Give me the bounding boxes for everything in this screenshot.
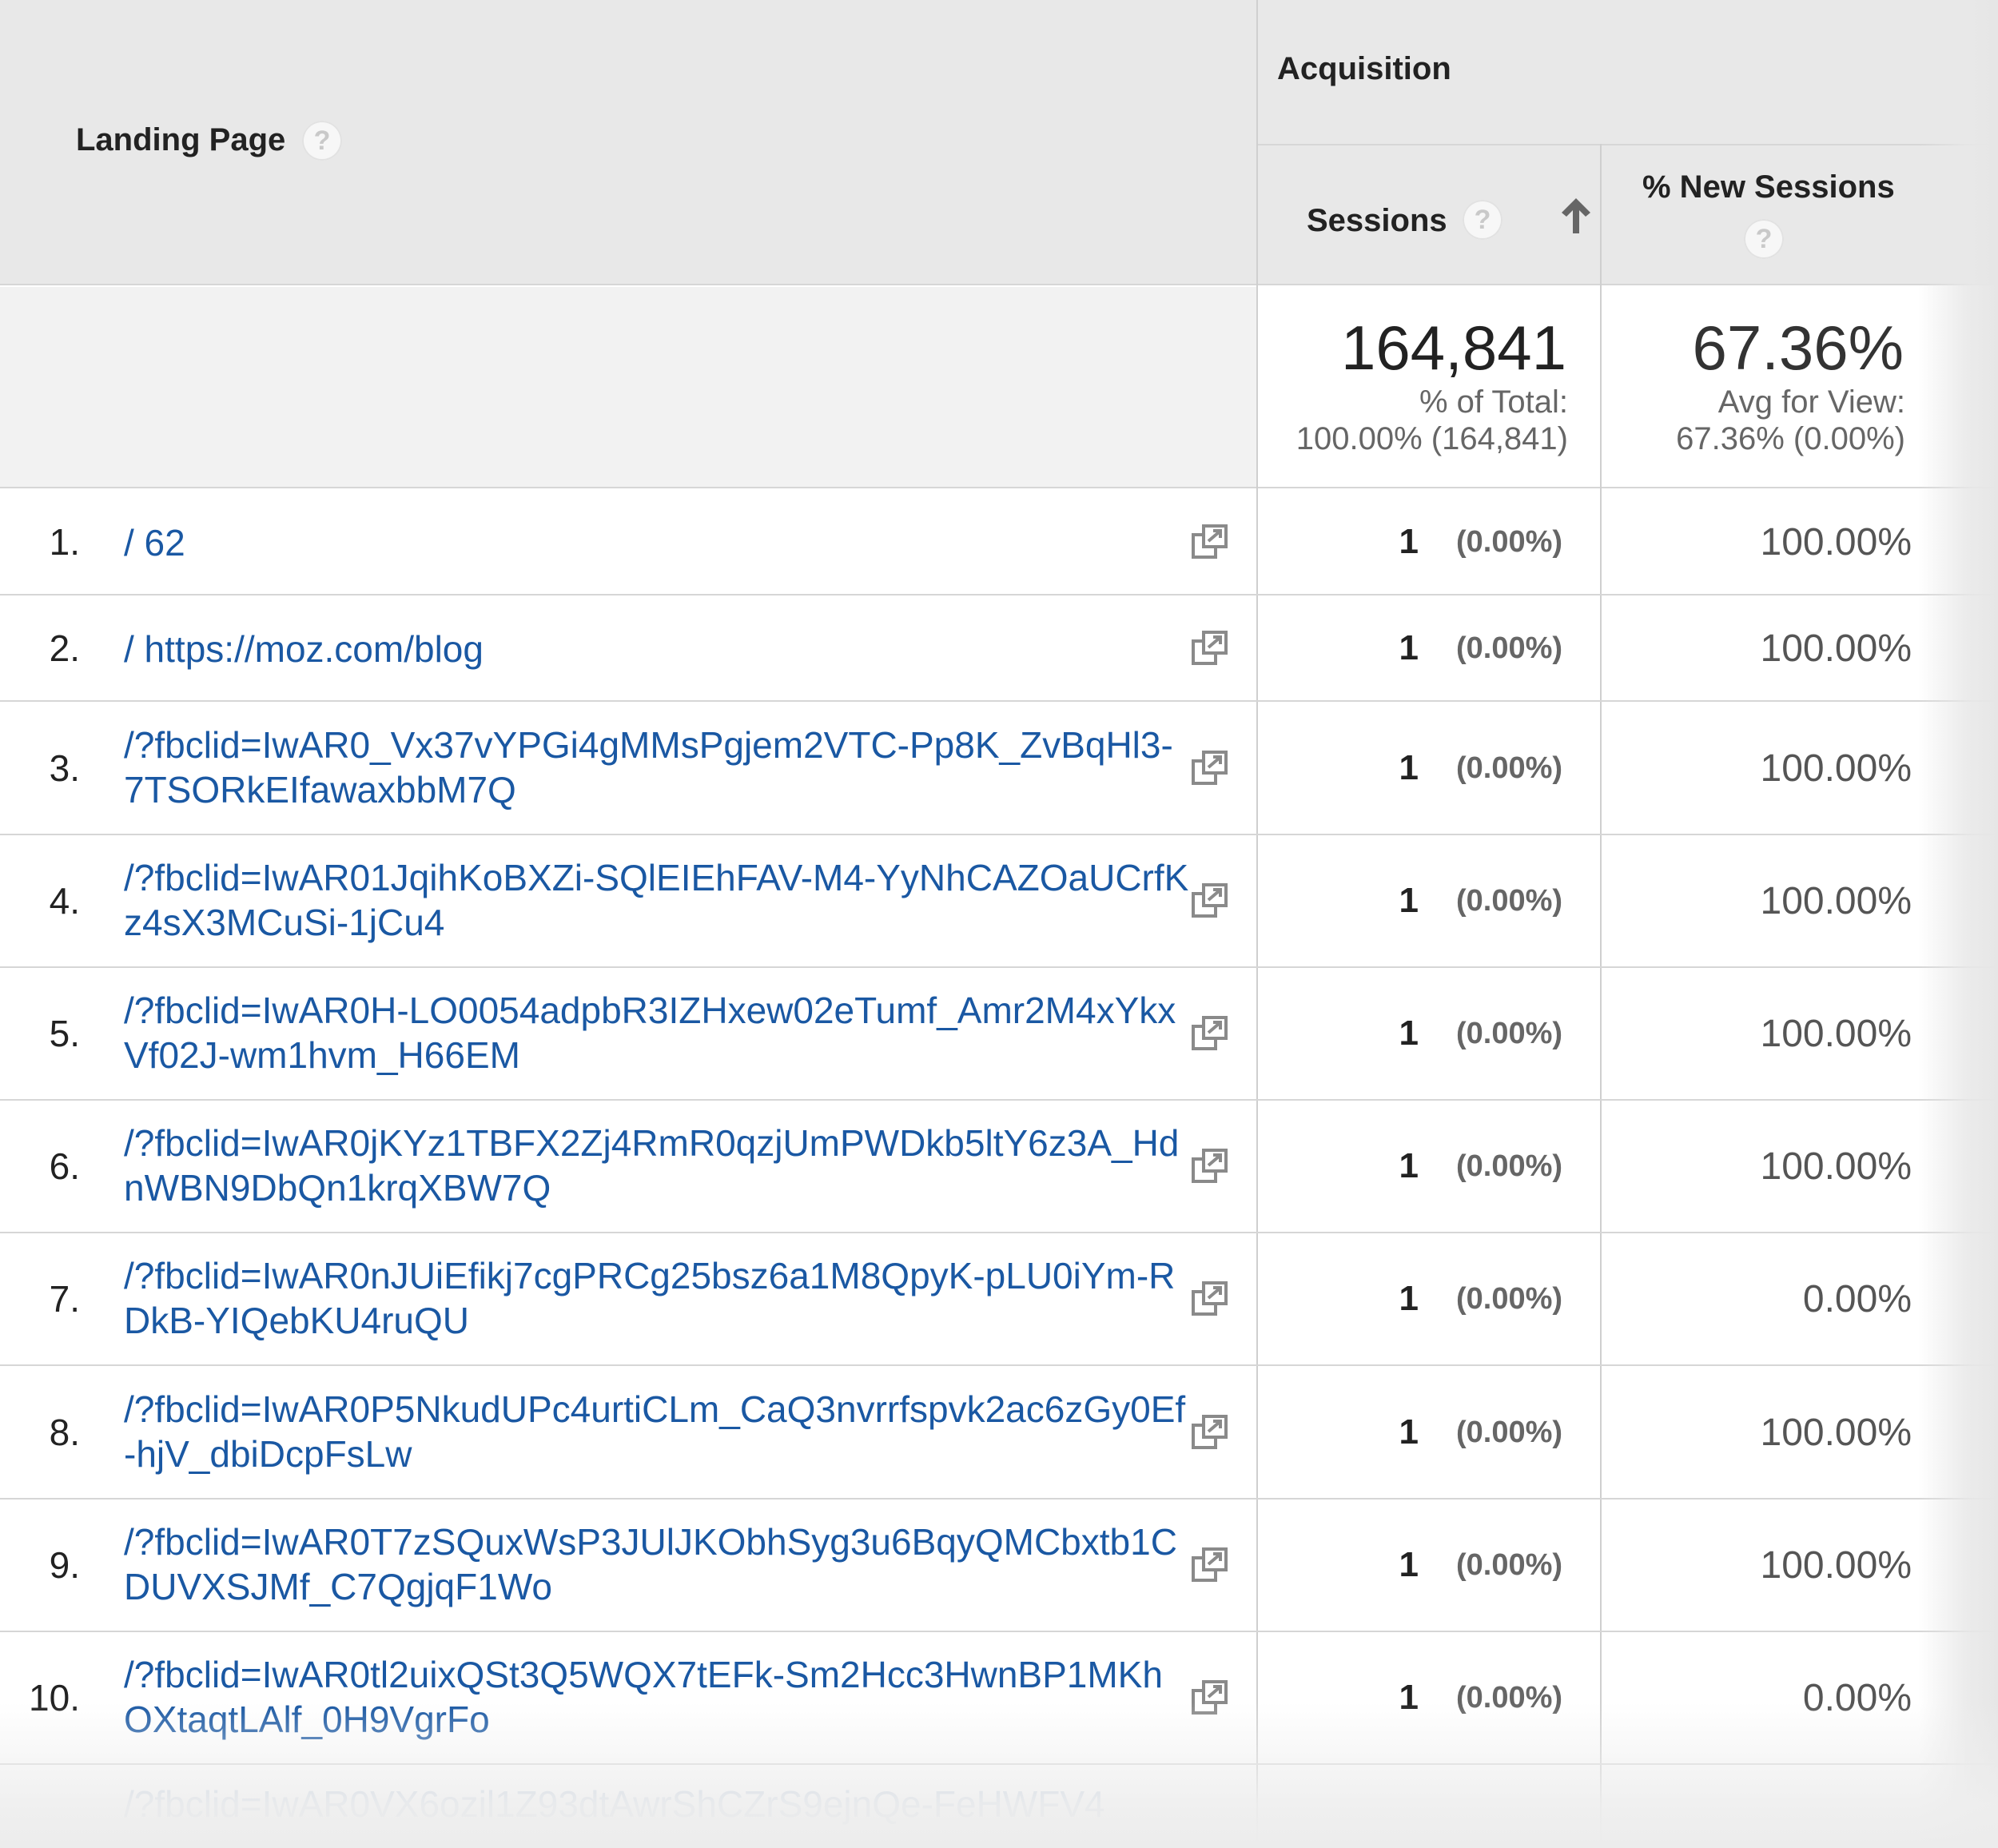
sessions-value: 1 [1399, 1412, 1419, 1452]
popout-window-icon[interactable] [1191, 630, 1229, 668]
sessions-value: 1 [1399, 747, 1419, 787]
new-sessions-avg-label: Avg for View: [1717, 384, 1905, 420]
landing-page-link[interactable]: /?fbclid=IwAR0jKYz1TBFX2Zj4RmR0qzjUmPWDk… [124, 1121, 1191, 1210]
landing-page-link[interactable]: /?fbclid=IwAR0T7zSQuxWsP3JUlJKObhSyg3u6B… [124, 1519, 1191, 1609]
table-row: 2. / https://moz.com/blog 1 (0.00%) 100.00% [0, 595, 1998, 702]
table-row: 1. / 62 1 (0.00%) 100.00% [0, 489, 1998, 595]
new-sessions-value: 100.00% [1760, 1013, 1912, 1055]
sessions-value: 1 [1399, 881, 1419, 920]
arrow-up-icon[interactable] [1558, 195, 1594, 237]
sessions-percent: (0.00%) [1456, 1017, 1563, 1050]
sessions-percent: (0.00%) [1456, 751, 1563, 785]
header-right-bg [1258, 0, 1998, 285]
row-number: 8. [49, 1411, 80, 1453]
sessions-header[interactable]: Sessions [1307, 203, 1447, 239]
row-number: 7. [49, 1278, 80, 1320]
row-number: 2. [49, 627, 80, 669]
row-number: 3. [49, 747, 80, 789]
landing-page-link[interactable]: /?fbclid=IwAR0_Vx37vYPGi4gMMsPgjem2VTC-P… [124, 723, 1191, 812]
table-row: 5. /?fbclid=IwAR0H-LO0054adpbR3IZHxew02eT… [0, 968, 1998, 1101]
table-row: 7. /?fbclid=IwAR0nJUiEfikj7cgPRCg25bsz6a1… [0, 1233, 1998, 1366]
landing-page-help-icon[interactable]: ? [302, 121, 342, 161]
sessions-percent: (0.00%) [1456, 884, 1563, 918]
sessions-value: 1 [1399, 1014, 1419, 1053]
new-sessions-value: 0.00% [1802, 1278, 1912, 1320]
summary-left-bg [0, 287, 1256, 488]
sessions-value: 1 [1399, 521, 1419, 561]
popout-window-icon[interactable] [1191, 882, 1229, 921]
new-sessions-value: 100.00% [1760, 1544, 1912, 1587]
table-row: 8. /?fbclid=IwAR0P5NkudUPc4urtiCLm_CaQ3nv… [0, 1366, 1998, 1500]
new-sessions-value: 100.00% [1760, 747, 1912, 790]
sessions-percent: (0.00%) [1456, 1149, 1563, 1183]
new-sessions-header[interactable]: % New Sessions [1642, 169, 1895, 205]
new-sessions-value: 100.00% [1760, 520, 1912, 564]
popout-window-icon[interactable] [1191, 1679, 1229, 1718]
sessions-percent: (0.00%) [1456, 1282, 1563, 1316]
row-number: 10. [29, 1677, 80, 1719]
popout-window-icon[interactable] [1191, 1547, 1229, 1585]
sessions-total-detail: 100.00% (164,841) [1296, 421, 1568, 456]
table-row: 3. /?fbclid=IwAR0_Vx37vYPGi4gMMsPgjem2VTC… [0, 702, 1998, 835]
landing-page-link[interactable]: /?fbclid=IwAR0tl2uixQSt3Q5WQX7tEFk-Sm2Hc… [124, 1652, 1191, 1742]
row-number: 9. [49, 1544, 80, 1586]
popout-window-icon[interactable] [1191, 1148, 1229, 1186]
sessions-percent: (0.00%) [1456, 631, 1563, 665]
sessions-total: 164,841 [1341, 313, 1566, 383]
popout-window-icon[interactable] [1191, 524, 1229, 562]
sessions-percent: (0.00%) [1456, 1548, 1563, 1582]
acquisition-underline [1258, 144, 1998, 145]
table-row: 9. /?fbclid=IwAR0T7zSQuxWsP3JUlJKObhSyg3u… [0, 1500, 1998, 1632]
row-number: 5. [49, 1013, 80, 1054]
sessions-help-icon[interactable]: ? [1463, 200, 1502, 240]
sessions-percent: (0.00%) [1456, 524, 1563, 559]
sessions-value: 1 [1399, 627, 1419, 667]
landing-page-link[interactable]: / 62 [124, 520, 1191, 565]
sessions-value: 1 [1399, 1545, 1419, 1584]
row-divider [0, 1763, 1998, 1765]
popout-window-icon[interactable] [1191, 1015, 1229, 1053]
sessions-value: 1 [1399, 1279, 1419, 1318]
sessions-value: 1 [1399, 1146, 1419, 1185]
new-sessions-total: 67.36% [1692, 313, 1904, 383]
sessions-value: 1 [1399, 1678, 1419, 1717]
landing-page-link[interactable]: /?fbclid=IwAR0P5NkudUPc4urtiCLm_CaQ3nvrr… [124, 1387, 1191, 1476]
popout-window-icon[interactable] [1191, 1280, 1229, 1319]
landing-page-link[interactable]: / https://moz.com/blog [124, 627, 1191, 671]
acquisition-header: Acquisition [1277, 51, 1451, 86]
row-number: 1. [49, 520, 80, 563]
sessions-percent: (0.00%) [1456, 1415, 1563, 1449]
summary-bottom-line [0, 487, 1998, 488]
new-sessions-value: 100.00% [1760, 1145, 1912, 1188]
landing-page-header[interactable]: Landing Page [76, 122, 285, 158]
row-number: 6. [49, 1145, 80, 1187]
new-sessions-value: 100.00% [1760, 880, 1912, 922]
sessions-percent: (0.00%) [1456, 1681, 1563, 1715]
landing-page-link[interactable]: /?fbclid=IwAR0H-LO0054adpbR3IZHxew02eTum… [124, 988, 1191, 1077]
landing-page-link[interactable]: /?fbclid=IwAR01JqihKoBXZi-SQlEIEhFAV-M4-… [124, 855, 1191, 945]
header-bottom-line [0, 284, 1998, 285]
popout-window-icon[interactable] [1191, 1414, 1229, 1452]
table-row: 4. /?fbclid=IwAR01JqihKoBXZi-SQlEIEhFAV-M… [0, 835, 1998, 968]
sessions-total-label: % of Total: [1419, 384, 1568, 420]
new-sessions-value: 0.00% [1802, 1677, 1912, 1719]
landing-page-link[interactable]: /?fbclid=IwAR0nJUiEfikj7cgPRCg25bsz6a1M8… [124, 1253, 1191, 1343]
new-sessions-help-icon[interactable]: ? [1744, 219, 1784, 259]
table-row: 10. /?fbclid=IwAR0tl2uixQSt3Q5WQX7tEFk-Sm… [0, 1632, 1998, 1765]
row-number: 4. [49, 880, 80, 922]
new-sessions-avg-detail: 67.36% (0.00%) [1676, 421, 1905, 456]
partial-row-link[interactable]: /?fbclid=IwAR0VX6ozil1Z93dtAwrShCZrS9ejn… [124, 1782, 1105, 1826]
new-sessions-value: 100.00% [1760, 1411, 1912, 1454]
popout-window-icon[interactable] [1191, 750, 1229, 788]
table-row: 6. /?fbclid=IwAR0jKYz1TBFX2Zj4RmR0qzjUmPW… [0, 1101, 1998, 1233]
new-sessions-value: 100.00% [1760, 627, 1912, 670]
